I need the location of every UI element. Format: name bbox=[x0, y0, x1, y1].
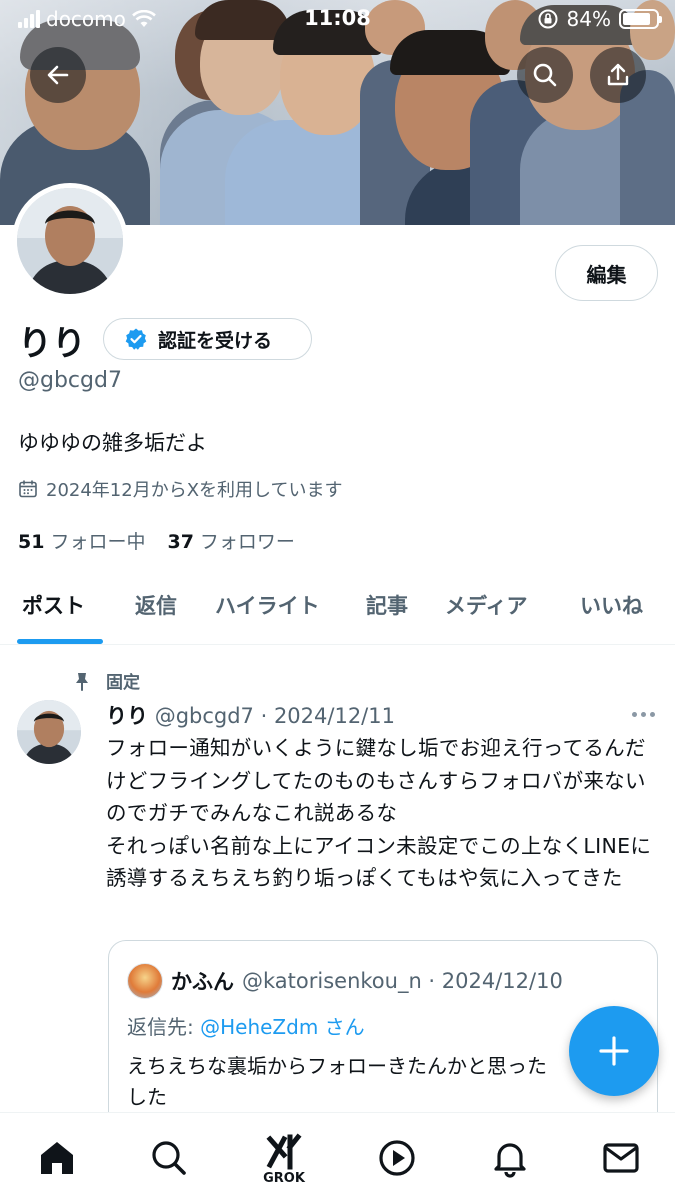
post-author-avatar[interactable] bbox=[17, 700, 81, 764]
nav-notifications[interactable] bbox=[485, 1133, 535, 1183]
bell-icon bbox=[494, 1143, 526, 1178]
plus-icon bbox=[599, 1036, 629, 1066]
tab-likes[interactable]: いいね bbox=[580, 590, 643, 620]
avatar-image bbox=[17, 188, 123, 294]
mail-icon bbox=[603, 1143, 639, 1173]
post-author-name[interactable]: りり bbox=[106, 704, 148, 728]
battery-percent: 84% bbox=[566, 7, 611, 31]
search-icon bbox=[533, 63, 557, 87]
post-avatar-image bbox=[17, 700, 81, 764]
share-icon bbox=[607, 63, 629, 86]
following-count: 51 bbox=[18, 531, 45, 553]
status-bar: docomo 11:08 84% bbox=[0, 0, 675, 38]
nav-search[interactable] bbox=[144, 1133, 194, 1183]
get-verified-label: 認証を受ける bbox=[158, 329, 273, 352]
followers-label: フォロワー bbox=[199, 531, 295, 553]
status-right: 84% bbox=[537, 7, 662, 31]
profile-handle: @gbcgd7 bbox=[18, 368, 122, 393]
tab-replies[interactable]: 返信 bbox=[135, 590, 177, 620]
tab-highlights[interactable]: ハイライト bbox=[215, 590, 320, 620]
post-more-icon[interactable] bbox=[632, 712, 655, 717]
bottom-nav: GROK bbox=[0, 1112, 675, 1200]
orientation-lock-icon bbox=[538, 9, 558, 29]
pinned-indicator: 固定 bbox=[72, 668, 140, 693]
profile-bio: ゆゆゆの雑多垢だよ bbox=[18, 431, 207, 455]
share-button[interactable] bbox=[590, 47, 646, 103]
compose-button[interactable] bbox=[569, 1006, 659, 1096]
battery-icon bbox=[619, 9, 662, 29]
nav-messages[interactable] bbox=[596, 1133, 646, 1183]
edit-profile-button[interactable]: 編集 bbox=[555, 245, 658, 301]
profile-avatar[interactable] bbox=[12, 183, 128, 299]
get-verified-button[interactable]: 認証を受ける bbox=[103, 318, 312, 360]
quoted-post-header: かふん @katorisenkou_n · 2024/12/10 bbox=[127, 963, 563, 999]
followers-link[interactable]: 37 フォロワー bbox=[167, 527, 294, 554]
search-button[interactable] bbox=[517, 47, 573, 103]
post-author-meta: @gbcgd7 · 2024/12/11 bbox=[154, 704, 395, 728]
nav-video[interactable] bbox=[372, 1133, 422, 1183]
post-text: フォロー通知がいくように鍵なし垢でお迎え行ってるんだけどフライングしてたのものも… bbox=[106, 736, 652, 890]
arrow-left-icon bbox=[47, 65, 69, 85]
joined-text: 2024年12月からXを利用しています bbox=[46, 480, 343, 501]
verified-badge-icon bbox=[125, 328, 147, 350]
grok-icon bbox=[266, 1132, 302, 1169]
pin-icon bbox=[76, 672, 88, 691]
reply-to-handle[interactable]: @HeheZdm さん bbox=[200, 1015, 365, 1039]
tab-articles[interactable]: 記事 bbox=[366, 590, 408, 620]
reply-to-line: 返信先: @HeheZdm さん bbox=[127, 1011, 365, 1040]
grok-label: GROK bbox=[263, 1170, 305, 1186]
quoted-author-avatar bbox=[127, 963, 163, 999]
play-icon bbox=[379, 1140, 415, 1176]
profile-tabs: ポスト 返信 ハイライト 記事 メディア いいね bbox=[0, 580, 675, 645]
tab-posts[interactable]: ポスト bbox=[22, 590, 85, 620]
profile-name: りり bbox=[18, 324, 86, 364]
search-icon bbox=[152, 1141, 186, 1175]
tab-media[interactable]: メディア bbox=[445, 590, 528, 620]
joined-date: 2024年12月からXを利用しています bbox=[18, 476, 343, 502]
active-tab-indicator bbox=[17, 639, 103, 644]
calendar-icon bbox=[19, 480, 37, 498]
quoted-author-meta: @katorisenkou_n · 2024/12/10 bbox=[242, 969, 563, 993]
reply-prefix: 返信先: bbox=[127, 1015, 201, 1039]
back-button[interactable] bbox=[30, 47, 86, 103]
home-icon bbox=[41, 1142, 73, 1174]
quoted-author-name: かふん bbox=[171, 970, 234, 994]
pinned-label: 固定 bbox=[106, 673, 140, 693]
post-header: りり @gbcgd7 · 2024/12/11 bbox=[106, 700, 395, 730]
nav-grok[interactable]: GROK bbox=[259, 1125, 309, 1193]
nav-home[interactable] bbox=[32, 1133, 82, 1183]
following-label: フォロー中 bbox=[50, 531, 146, 553]
followers-count: 37 bbox=[167, 531, 194, 553]
following-link[interactable]: 51 フォロー中 bbox=[18, 527, 145, 554]
follow-stats: 51 フォロー中 37 フォロワー bbox=[18, 527, 295, 554]
